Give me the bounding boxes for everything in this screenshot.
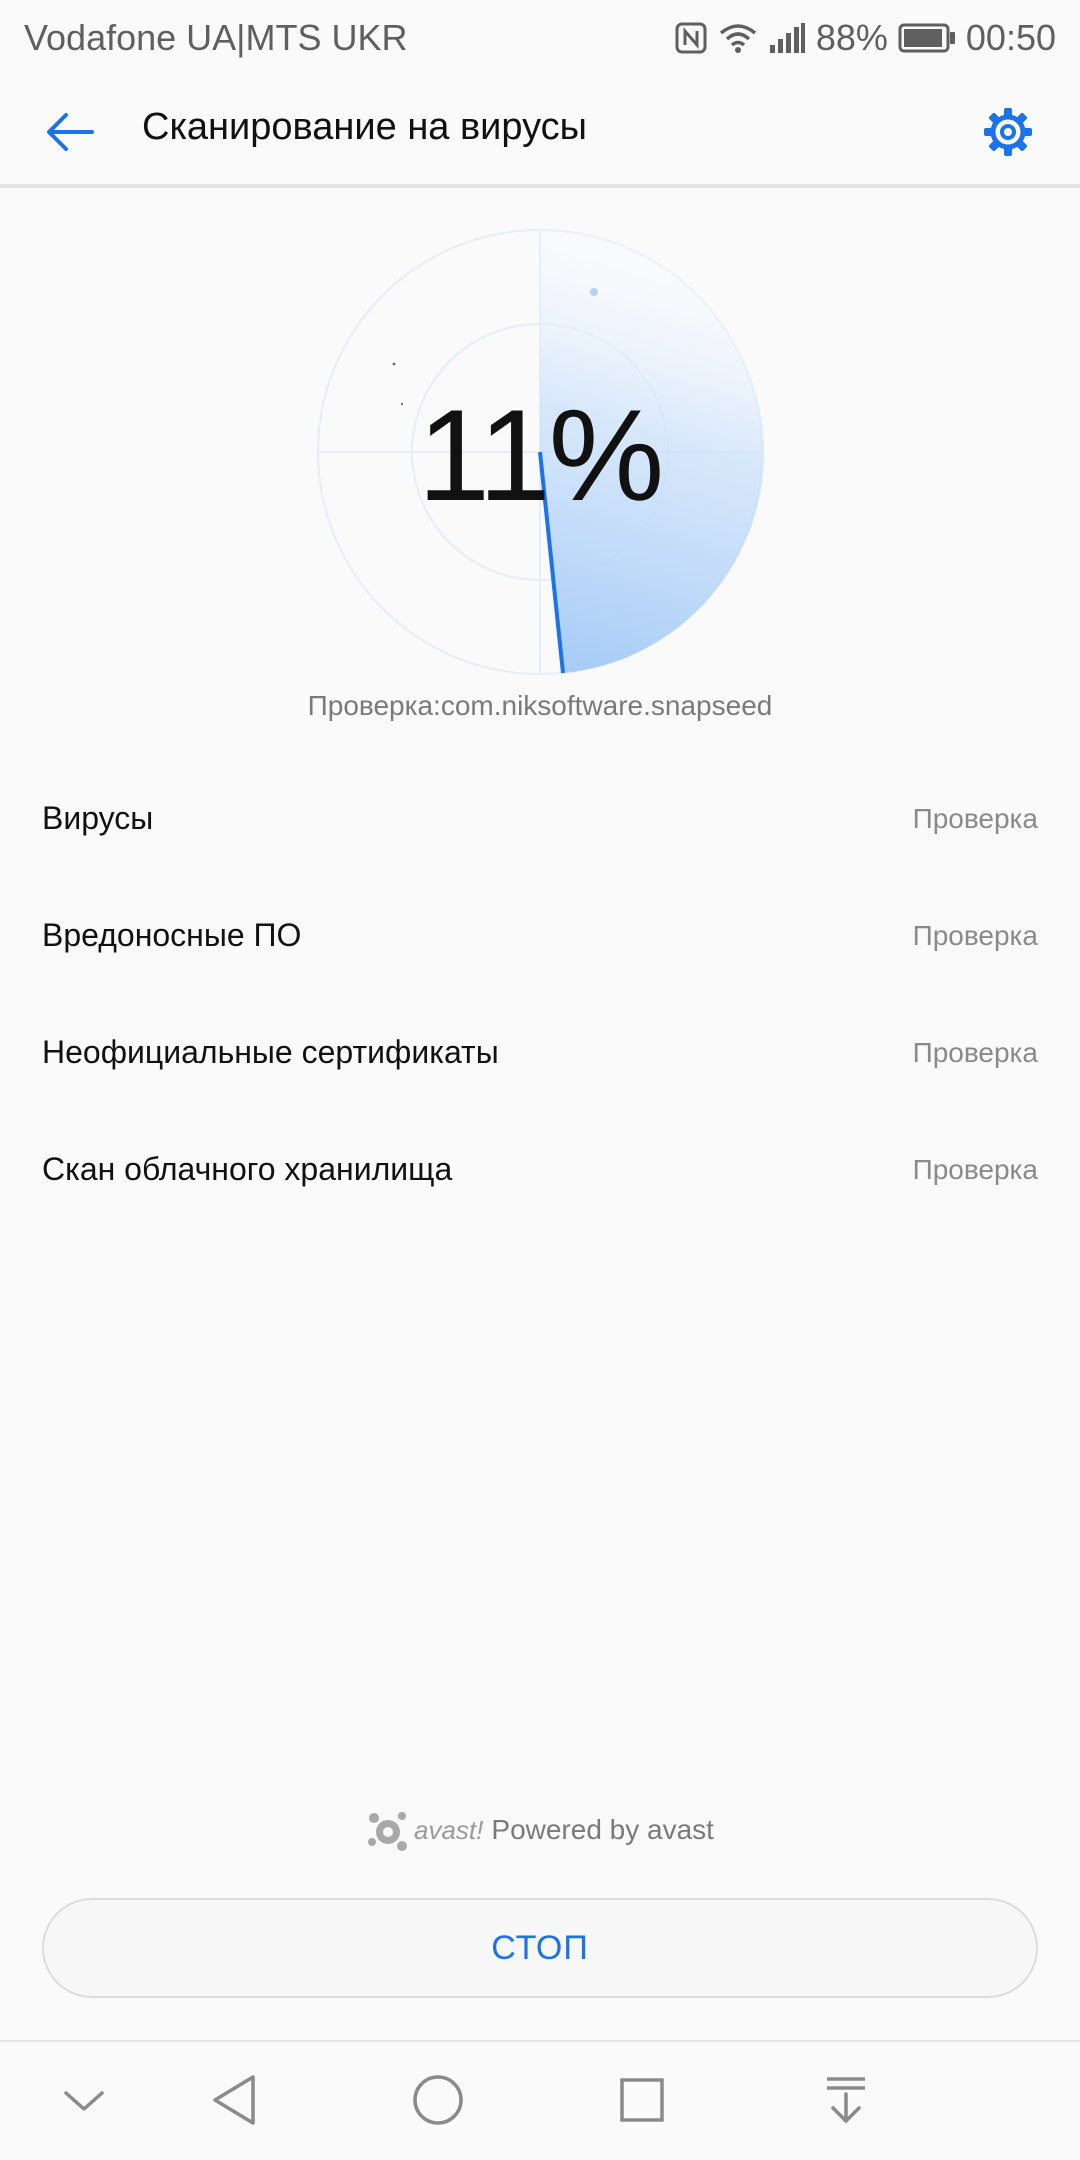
home-circle-icon [411, 2073, 465, 2132]
avast-logo: avast! [366, 1808, 483, 1852]
wifi-icon [718, 21, 758, 55]
check-status: Проверка [912, 1036, 1038, 1068]
chevron-down-icon [62, 2085, 106, 2120]
check-status: Проверка [912, 1153, 1038, 1185]
back-triangle-icon [209, 2073, 259, 2132]
list-item: Вредоносные ПО Проверка [0, 877, 1080, 994]
check-status: Проверка [912, 802, 1038, 834]
gear-icon [982, 106, 1034, 163]
list-item: Неофициальные сертификаты Проверка [0, 994, 1080, 1111]
clock: 00:50 [965, 17, 1056, 58]
nav-home-button[interactable] [408, 2072, 468, 2132]
settings-button[interactable] [978, 104, 1038, 164]
check-label: Скан облачного хранилища [42, 1151, 453, 1187]
status-icons: 88% 00:50 [674, 17, 1056, 59]
page-title: Сканирование на вирусы [142, 106, 587, 148]
nav-notifications-button[interactable] [816, 2072, 876, 2132]
nav-recents-button[interactable] [612, 2072, 672, 2132]
battery-icon [898, 23, 956, 53]
list-item: Скан облачного хранилища Проверка [0, 1111, 1080, 1228]
scan-status-text: Проверка:com.niksoftware.snapseed [307, 690, 773, 721]
check-label: Вирусы [42, 800, 154, 836]
nav-hide-button[interactable] [54, 2072, 114, 2132]
check-label: Вредоносные ПО [42, 917, 302, 953]
signal-icon [768, 21, 806, 55]
check-status: Проверка [912, 919, 1038, 951]
list-item: Вирусы Проверка [0, 760, 1080, 877]
notification-pull-icon [821, 2074, 871, 2131]
powered-text: Powered by avast [491, 1814, 714, 1845]
nfc-icon [674, 21, 708, 55]
recents-square-icon [617, 2075, 667, 2130]
arrow-left-icon [44, 110, 96, 159]
check-label: Неофициальные сертификаты [42, 1034, 499, 1070]
nav-back-button[interactable] [204, 2072, 264, 2132]
scan-checklist: Вирусы Проверка Вредоносные ПО Проверка … [0, 760, 1080, 1228]
back-button[interactable] [40, 104, 100, 164]
avast-logo-text: avast! [414, 1814, 484, 1845]
powered-by: avast! Powered by avast [0, 1800, 1080, 1860]
status-bar: Vodafone UA|MTS UKR 88% 00:50 [0, 0, 1080, 76]
navigation-bar [0, 2040, 1080, 2160]
carrier-name: Vodafone UA|MTS UKR [24, 17, 408, 58]
stop-button[interactable]: СТОП [42, 1898, 1038, 1998]
battery-percent: 88% [815, 17, 888, 58]
app-bar: Сканирование на вирусы [0, 76, 1080, 188]
scan-percent: 11% [417, 382, 665, 528]
screen: Vodafone UA|MTS UKR 88% 00:50 Сканирован… [0, 0, 1080, 2160]
avast-icon [368, 1812, 408, 1851]
